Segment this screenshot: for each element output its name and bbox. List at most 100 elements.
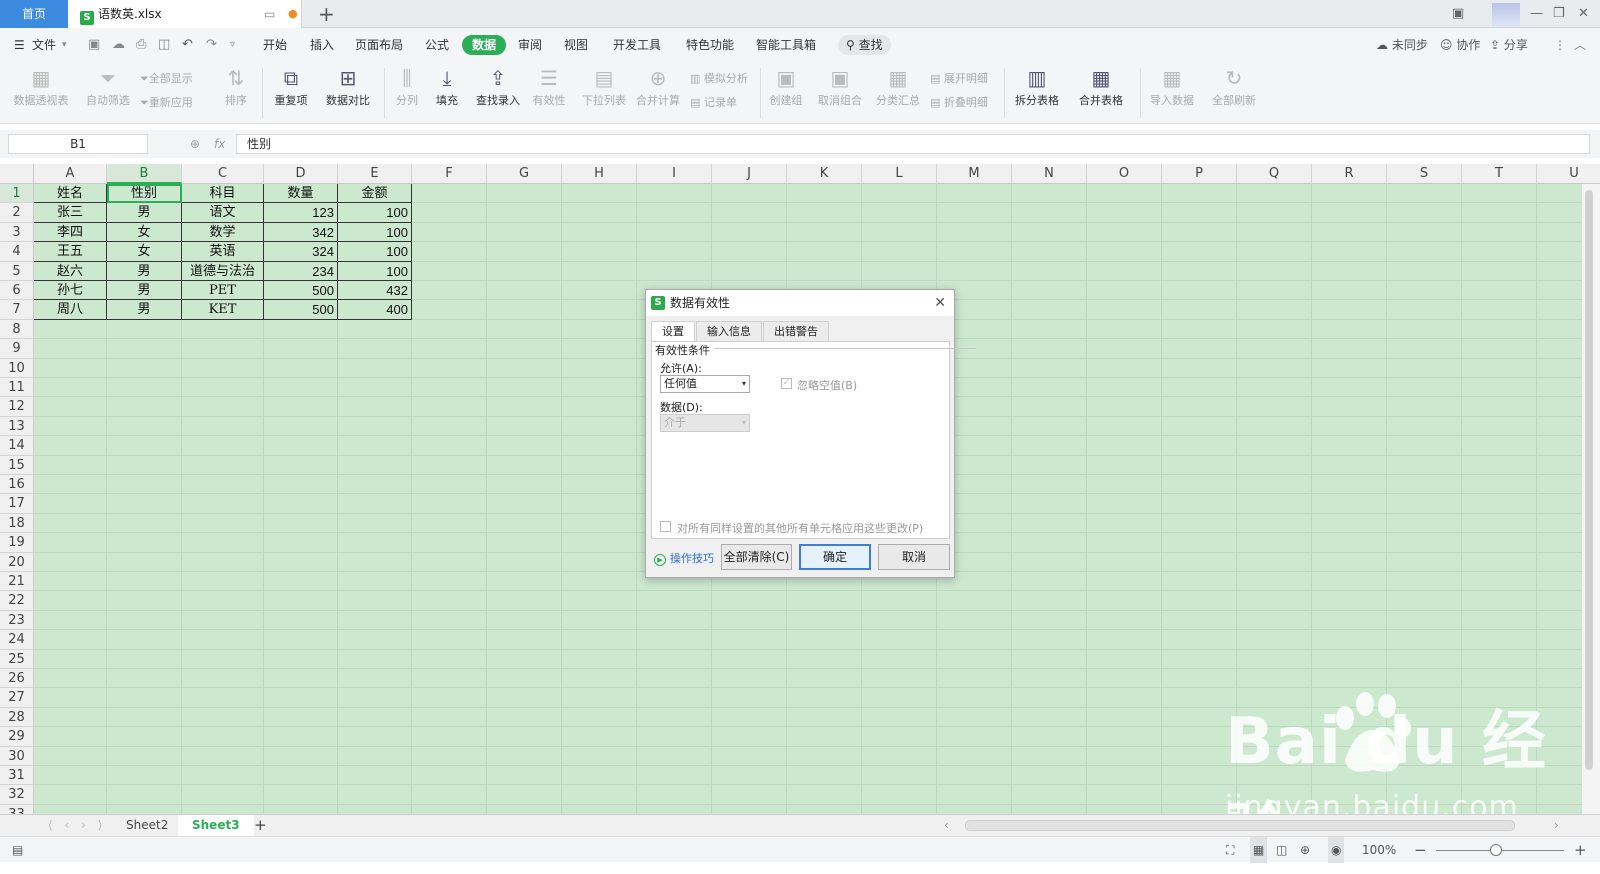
zoom-out-icon[interactable]: − [1414,837,1427,863]
table-cell[interactable]: 男 [107,281,182,301]
show-all-button[interactable]: ⏷全部显示 [140,70,193,86]
table-cell[interactable]: 100 [338,242,412,262]
hamburger-icon[interactable]: ☰ [14,28,25,62]
fullscreen-icon[interactable]: ⛶ [1226,837,1234,863]
apply-all-checkbox[interactable] [660,521,671,532]
menu-data[interactable]: 数据 [462,35,507,55]
collab-button[interactable]: ☺ 协作 [1440,28,1480,62]
row-header-3[interactable]: 3 [0,222,34,243]
lookup-entry-button[interactable]: ⇪ 查找录入 [472,66,524,108]
data-select[interactable]: 介于 ▾ [660,414,750,432]
menu-file[interactable]: 文件 [32,28,56,62]
tips-link[interactable]: ▶ 操作技巧 [654,550,714,566]
table-cell[interactable]: 李四 [34,222,107,243]
row-header-23[interactable]: 23 [0,610,34,631]
allow-select[interactable]: 任何值 ▾ [660,375,750,393]
table-cell[interactable]: 500 [264,281,338,301]
tab-home[interactable]: 首页 [0,0,68,28]
table-cell[interactable]: 342 [264,222,338,243]
restore-icon[interactable]: ❐ [1553,0,1565,28]
fill-button[interactable]: ⤓ 填充 [430,66,464,108]
simulate-button[interactable]: ▥ 模拟分析 [690,70,748,86]
redo-icon[interactable]: ↷ [206,28,217,62]
column-header-f[interactable]: F [412,164,487,184]
ok-button[interactable]: 确定 [799,544,871,570]
table-cell[interactable]: 432 [338,281,412,301]
table-header-cell[interactable]: 性别 [107,184,182,204]
row-header-1[interactable]: 1 [0,184,34,204]
table-header-cell[interactable]: 姓名 [34,184,107,204]
avatar[interactable] [1492,3,1520,27]
column-header-q[interactable]: Q [1237,164,1312,184]
zoom-value[interactable]: 100% [1362,837,1396,863]
row-header-21[interactable]: 21 [0,572,34,592]
horizontal-scroll-thumb[interactable] [965,820,1515,831]
zoom-formula-icon[interactable]: ⊕ [190,134,200,154]
table-cell[interactable]: 数学 [182,222,264,243]
cloud-icon[interactable]: ☁ [112,28,125,62]
print-icon[interactable]: ⎙ [136,28,146,62]
menu-smart-toolbox[interactable]: 智能工具箱 [756,28,816,62]
table-cell[interactable]: 周八 [34,300,107,320]
row-header-10[interactable]: 10 [0,358,34,378]
sort-button[interactable]: ⇅ 排序 [216,66,256,108]
menu-insert[interactable]: 插入 [310,28,334,62]
autofilter-button[interactable]: ⏷ 自动筛选 [84,66,132,108]
row-header-19[interactable]: 19 [0,533,34,553]
table-header-cell[interactable]: 科目 [182,184,264,204]
row-header-7[interactable]: 7 [0,300,34,320]
row-header-8[interactable]: 8 [0,319,34,340]
compare-button[interactable]: ⊞ 数据对比 [320,66,376,108]
table-cell[interactable]: PET [182,281,264,301]
duplicates-button[interactable]: ⧉ 重复项 [268,66,314,108]
row-header-15[interactable]: 15 [0,455,34,475]
table-cell[interactable]: 100 [338,261,412,281]
row-header-11[interactable]: 11 [0,378,34,398]
monitor-icon[interactable]: ▭ [264,0,275,28]
merge-table-button[interactable]: ▦ 合并表格 [1072,66,1130,108]
split-table-button[interactable]: ▥ 拆分表格 [1008,66,1066,108]
import-data-button[interactable]: ▦ 导入数据 [1144,66,1200,108]
table-cell[interactable]: 女 [107,222,182,243]
column-header-o[interactable]: O [1087,164,1162,184]
scroll-left-icon[interactable]: ‹ [930,815,963,837]
table-cell[interactable]: 400 [338,300,412,320]
page-break-view-icon[interactable]: ◫ [1276,837,1287,863]
tab-error-alert[interactable]: 出错警告 [763,321,829,341]
column-header-l[interactable]: L [862,164,937,184]
zoom-slider-knob[interactable] [1490,844,1502,856]
column-header-u[interactable]: U [1537,164,1600,184]
menu-review[interactable]: 审阅 [518,28,542,62]
collapse-ribbon-icon[interactable]: ︿ [1574,28,1586,62]
reading-view-icon[interactable]: ⊕ [1300,837,1310,863]
customize-chevron-icon[interactable]: ▿ [230,28,235,62]
column-header-e[interactable]: E [338,164,412,184]
cancel-button[interactable]: 取消 [878,544,950,570]
table-cell[interactable]: 123 [264,203,338,223]
sheet-tab-sheet2[interactable]: Sheet2 [112,815,182,837]
record-button[interactable]: ▤ 记录单 [690,94,737,110]
vertical-scroll-thumb[interactable] [1585,190,1593,770]
scroll-right-icon[interactable]: › [1540,815,1573,837]
tab-input-message[interactable]: 输入信息 [696,321,762,341]
column-header-t[interactable]: T [1462,164,1537,184]
tab-settings[interactable]: 设置 [651,321,695,342]
table-cell[interactable]: 英语 [182,242,264,262]
menu-start[interactable]: 开始 [263,28,287,62]
column-header-n[interactable]: N [1012,164,1087,184]
window-layout-icon[interactable]: ▣ [1452,0,1464,28]
column-header-d[interactable]: D [264,164,338,184]
formula-input[interactable]: 性别 [236,134,1590,154]
zoom-in-icon[interactable]: + [1574,837,1587,863]
table-header-cell[interactable]: 数量 [264,184,338,204]
dialog-close-icon[interactable]: ✕ [934,290,946,316]
select-all-corner[interactable] [0,164,34,184]
column-header-a[interactable]: A [34,164,107,184]
column-header-p[interactable]: P [1162,164,1237,184]
row-header-28[interactable]: 28 [0,707,34,728]
menu-formula[interactable]: 公式 [425,28,449,62]
menu-view[interactable]: 视图 [564,28,588,62]
menu-page-layout[interactable]: 页面布局 [355,28,403,62]
table-cell[interactable]: 500 [264,300,338,320]
row-header-30[interactable]: 30 [0,746,34,766]
